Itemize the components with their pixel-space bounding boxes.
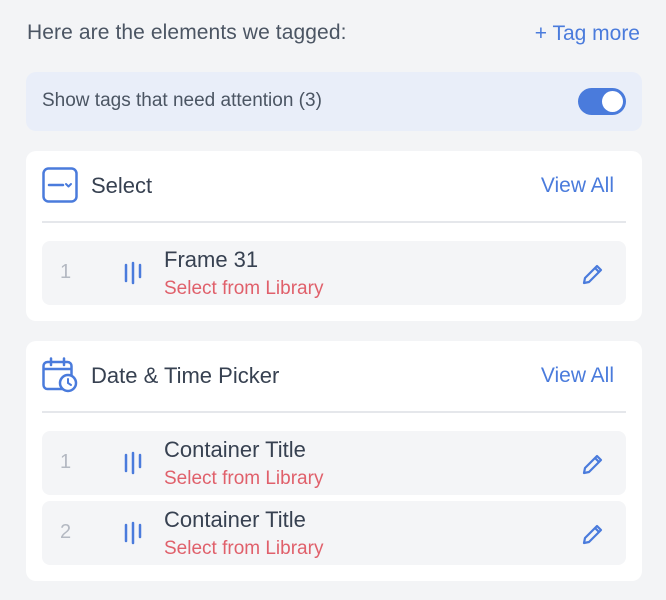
section-title: Select [91,173,153,198]
item-name: Container Title [164,437,306,462]
item-name: Frame 31 [164,247,259,272]
tagged-item-row[interactable]: 1 Frame 31 Select from Library [42,241,626,305]
section-header: Date & Time Picker View All [42,341,626,413]
section-title: Date & Time Picker [91,363,280,388]
select-dropdown-icon [42,167,78,203]
item-index: 2 [60,521,72,543]
item-index: 1 [60,261,72,283]
drag-handle-icon[interactable] [123,521,143,545]
attention-filter-label: Show tags that need attention (3) [42,90,322,111]
item-name: Container Title [164,507,306,532]
drag-handle-icon[interactable] [123,451,143,475]
select-from-library-link[interactable]: Select from Library [164,468,323,490]
view-all-link[interactable]: View All [541,364,614,388]
attention-toggle[interactable] [578,88,626,115]
toggle-knob [602,91,623,112]
page-title: Here are the elements we tagged: [27,21,347,44]
tagged-item-row[interactable]: 2 Container Title Select from Library [42,501,626,565]
item-index: 1 [60,451,72,473]
section-card-date-time-picker: Date & Time Picker View All 1 Container … [26,341,642,581]
select-from-library-link[interactable]: Select from Library [164,278,323,300]
tagged-item-row[interactable]: 1 Container Title Select from Library [42,431,626,495]
tag-more-link[interactable]: + Tag more [535,22,640,46]
section-card-select: Select View All 1 Frame 31 Select from L… [26,151,642,321]
attention-filter-bar: Show tags that need attention (3) [26,72,642,131]
calendar-clock-icon [42,357,78,393]
select-from-library-link[interactable]: Select from Library [164,538,323,560]
pencil-icon[interactable] [580,261,606,287]
section-header: Select View All [42,151,626,223]
pencil-icon[interactable] [580,451,606,477]
drag-handle-icon[interactable] [123,261,143,285]
pencil-icon[interactable] [580,521,606,547]
tagged-elements-header: Here are the elements we tagged: + Tag m… [27,18,640,52]
view-all-link[interactable]: View All [541,174,614,198]
